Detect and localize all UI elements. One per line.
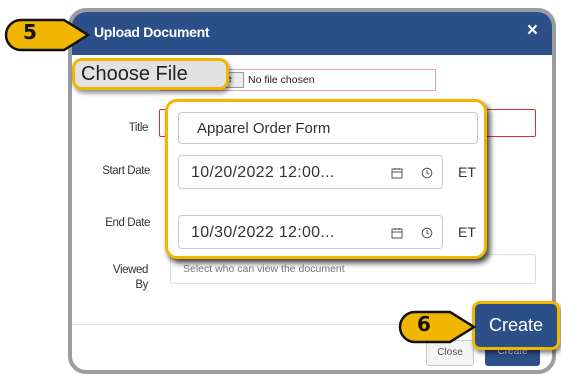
calendar-icon[interactable] xyxy=(391,227,403,239)
step-5-badge xyxy=(4,18,90,52)
start-date-label: Start Date xyxy=(102,165,150,177)
end-date-input[interactable]: 10/30/2022 12:00... xyxy=(178,215,443,249)
step-5-number: 5 xyxy=(23,20,37,44)
step-6-number: 6 xyxy=(417,312,431,336)
dialog-title: Upload Document xyxy=(94,24,210,40)
title-label: Title xyxy=(128,122,149,134)
choose-file-callout[interactable]: Choose File xyxy=(72,58,229,90)
create-button-callout[interactable]: Create xyxy=(472,301,560,350)
viewed-by-placeholder: Select who can view the document xyxy=(183,263,345,275)
viewed-by-label: Viewed xyxy=(112,264,149,276)
start-date-value: 10/20/2022 12:00... xyxy=(191,164,335,181)
viewed-by-label-2: By xyxy=(135,279,148,291)
zoomed-fields-callout: Apparel Order Form 10/20/2022 12:00... E… xyxy=(165,99,487,259)
start-date-timezone: ET xyxy=(458,164,476,180)
end-date-value: 10/30/2022 12:00... xyxy=(191,224,335,241)
file-status: No file chosen xyxy=(248,74,315,86)
start-date-input[interactable]: 10/20/2022 12:00... xyxy=(178,155,443,189)
title-value: Apparel Order Form xyxy=(197,120,331,137)
clock-icon[interactable] xyxy=(421,227,433,239)
close-icon[interactable]: × xyxy=(527,20,538,42)
calendar-icon[interactable] xyxy=(391,167,403,179)
clock-icon[interactable] xyxy=(421,167,433,179)
title-input-zoomed[interactable]: Apparel Order Form xyxy=(178,112,478,144)
step-6-badge xyxy=(398,310,476,344)
end-date-label: End Date xyxy=(105,217,150,229)
end-date-timezone: ET xyxy=(458,224,476,240)
dialog-header: Upload Document × xyxy=(72,12,552,55)
